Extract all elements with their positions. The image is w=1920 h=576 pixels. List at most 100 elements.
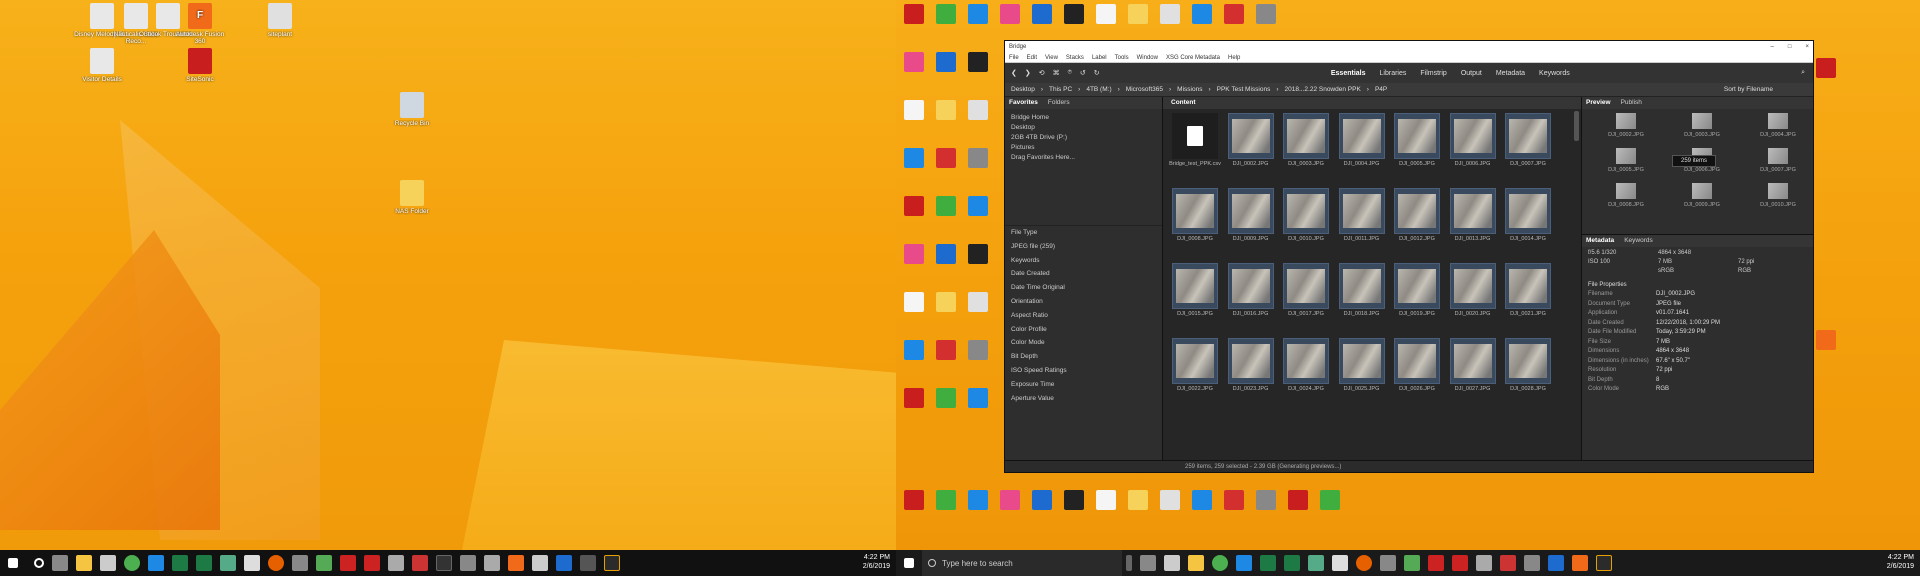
app-icon[interactable] (1160, 490, 1180, 510)
search-box[interactable]: Type here to search (922, 550, 1122, 576)
rotate-right-icon[interactable]: ↻ (1094, 69, 1100, 77)
breadcrumb-item[interactable]: P4P (1375, 86, 1387, 93)
app-icon[interactable] (292, 555, 308, 571)
app-icon[interactable] (968, 490, 988, 510)
desktop-icon[interactable]: Visitor Details (72, 48, 132, 83)
menu-item[interactable]: Window (1137, 53, 1158, 62)
thumbnail-item[interactable]: DJI_0015.JPG (1169, 263, 1221, 317)
app-icon[interactable] (904, 52, 924, 72)
app-icon[interactable] (1256, 490, 1276, 510)
desktop-icon[interactable]: Recycle Bin (382, 92, 442, 127)
tab-content[interactable]: Content (1163, 97, 1581, 109)
app-icon[interactable] (1332, 555, 1348, 571)
search-icon[interactable]: ⌕ (1801, 69, 1805, 77)
filter-item[interactable]: Exposure Time (1011, 378, 1162, 392)
menu-item[interactable]: File (1009, 53, 1019, 62)
search-icon[interactable] (34, 558, 44, 568)
app-icon[interactable] (1128, 490, 1148, 510)
title-bar[interactable]: Bridge – □ × (1005, 41, 1813, 53)
preview-item[interactable]: DJI_0005.JPG (1588, 148, 1664, 173)
clock[interactable]: 4:22 PM 2/6/2019 (1887, 553, 1914, 571)
tab-favorites[interactable]: Favorites (1009, 97, 1038, 109)
firefox-icon[interactable] (1356, 555, 1372, 571)
tab-publish[interactable]: Publish (1621, 97, 1642, 109)
thumbnail-item[interactable]: DJI_0010.JPG (1280, 188, 1332, 242)
file-explorer-icon[interactable] (1188, 555, 1204, 571)
desktop-icon[interactable]: NAS Folder (382, 180, 442, 215)
app-icon[interactable] (968, 100, 988, 120)
app-icon[interactable] (904, 100, 924, 120)
app-icon[interactable] (1428, 555, 1444, 571)
app-icon[interactable] (1548, 555, 1564, 571)
thumbnail-item[interactable]: Bridge_test_PPK.csv (1169, 113, 1221, 167)
camera-icon[interactable]: ⌾ (1068, 69, 1072, 77)
app-icon[interactable] (1452, 555, 1468, 571)
thumbnail-item[interactable]: DJI_0009.JPG (1225, 188, 1277, 242)
app-icon[interactable] (1500, 555, 1516, 571)
breadcrumb-item[interactable]: Desktop (1011, 86, 1035, 93)
thumbnail-item[interactable]: DJI_0023.JPG (1225, 338, 1277, 392)
filter-item[interactable]: Color Mode (1011, 336, 1162, 350)
menu-item[interactable]: Tools (1115, 53, 1129, 62)
app-icon[interactable] (936, 490, 956, 510)
fusion-icon[interactable] (508, 555, 524, 571)
thumbnail-item[interactable]: DJI_0027.JPG (1447, 338, 1499, 392)
task-view-icon[interactable] (1140, 555, 1156, 571)
filter-item[interactable]: Aperture Value (1011, 392, 1162, 406)
filter-item[interactable]: Date Time Original (1011, 281, 1162, 295)
bridge-icon[interactable] (1596, 555, 1612, 571)
app-icon[interactable] (460, 555, 476, 571)
app-icon[interactable] (1380, 555, 1396, 571)
app-icon[interactable] (1128, 4, 1148, 24)
tab-folders[interactable]: Folders (1048, 97, 1070, 109)
desktop-icon[interactable]: SiteSonic (170, 48, 230, 83)
app-icon[interactable] (936, 100, 956, 120)
thumbnail-item[interactable]: DJI_0006.JPG (1447, 113, 1499, 167)
forward-icon[interactable]: ❯ (1025, 69, 1031, 77)
preview-item[interactable]: DJI_0009.JPG (1664, 183, 1740, 208)
app-icon[interactable] (1816, 58, 1836, 78)
app-icon[interactable] (904, 244, 924, 264)
close-button[interactable]: × (1805, 41, 1809, 53)
app-icon[interactable] (936, 52, 956, 72)
tab-keywords[interactable]: Keywords (1624, 235, 1653, 247)
thumbnail-item[interactable]: DJI_0028.JPG (1502, 338, 1554, 392)
rotate-left-icon[interactable]: ↺ (1080, 69, 1086, 77)
app-icon[interactable] (388, 555, 404, 571)
app-icon[interactable] (1032, 490, 1052, 510)
app-icon[interactable] (1476, 555, 1492, 571)
app-icon[interactable] (316, 555, 332, 571)
filter-item[interactable]: Orientation (1011, 295, 1162, 309)
app-icon[interactable] (904, 148, 924, 168)
app-icon[interactable] (936, 388, 956, 408)
thumbnail-item[interactable]: DJI_0002.JPG (1225, 113, 1277, 167)
thumbnail-item[interactable]: DJI_0025.JPG (1336, 338, 1388, 392)
app-icon[interactable] (936, 292, 956, 312)
app-icon[interactable] (1064, 4, 1084, 24)
app-icon[interactable] (968, 388, 988, 408)
app-icon[interactable] (532, 555, 548, 571)
recent-icon[interactable]: ⟲ (1039, 69, 1045, 77)
filter-item[interactable]: File Type (1011, 226, 1162, 240)
excel-icon[interactable] (1284, 555, 1300, 571)
breadcrumb-item[interactable]: This PC (1049, 86, 1072, 93)
task-view-icon[interactable] (52, 555, 68, 571)
app-icon[interactable] (968, 244, 988, 264)
thumbnail-item[interactable]: DJI_0018.JPG (1336, 263, 1388, 317)
preview-item[interactable]: DJI_0002.JPG (1588, 113, 1664, 138)
thumbnail-item[interactable]: DJI_0004.JPG (1336, 113, 1388, 167)
app-icon[interactable] (1224, 490, 1244, 510)
excel-icon[interactable] (172, 555, 188, 571)
app-icon[interactable] (904, 388, 924, 408)
favorite-item[interactable]: 2GB 4TB Drive (P:) (1011, 133, 1156, 143)
app-icon[interactable] (968, 292, 988, 312)
fusion-icon[interactable] (1572, 555, 1588, 571)
app-icon[interactable] (1224, 4, 1244, 24)
breadcrumb-item[interactable]: 2018...2.22 Snowden PPK (1285, 86, 1361, 93)
app-icon[interactable] (936, 4, 956, 24)
app-icon[interactable] (1816, 330, 1836, 350)
filter-item[interactable]: ISO Speed Ratings (1011, 364, 1162, 378)
app-icon[interactable] (1000, 4, 1020, 24)
favorite-item[interactable]: Pictures (1011, 143, 1156, 153)
app-icon[interactable] (220, 555, 236, 571)
